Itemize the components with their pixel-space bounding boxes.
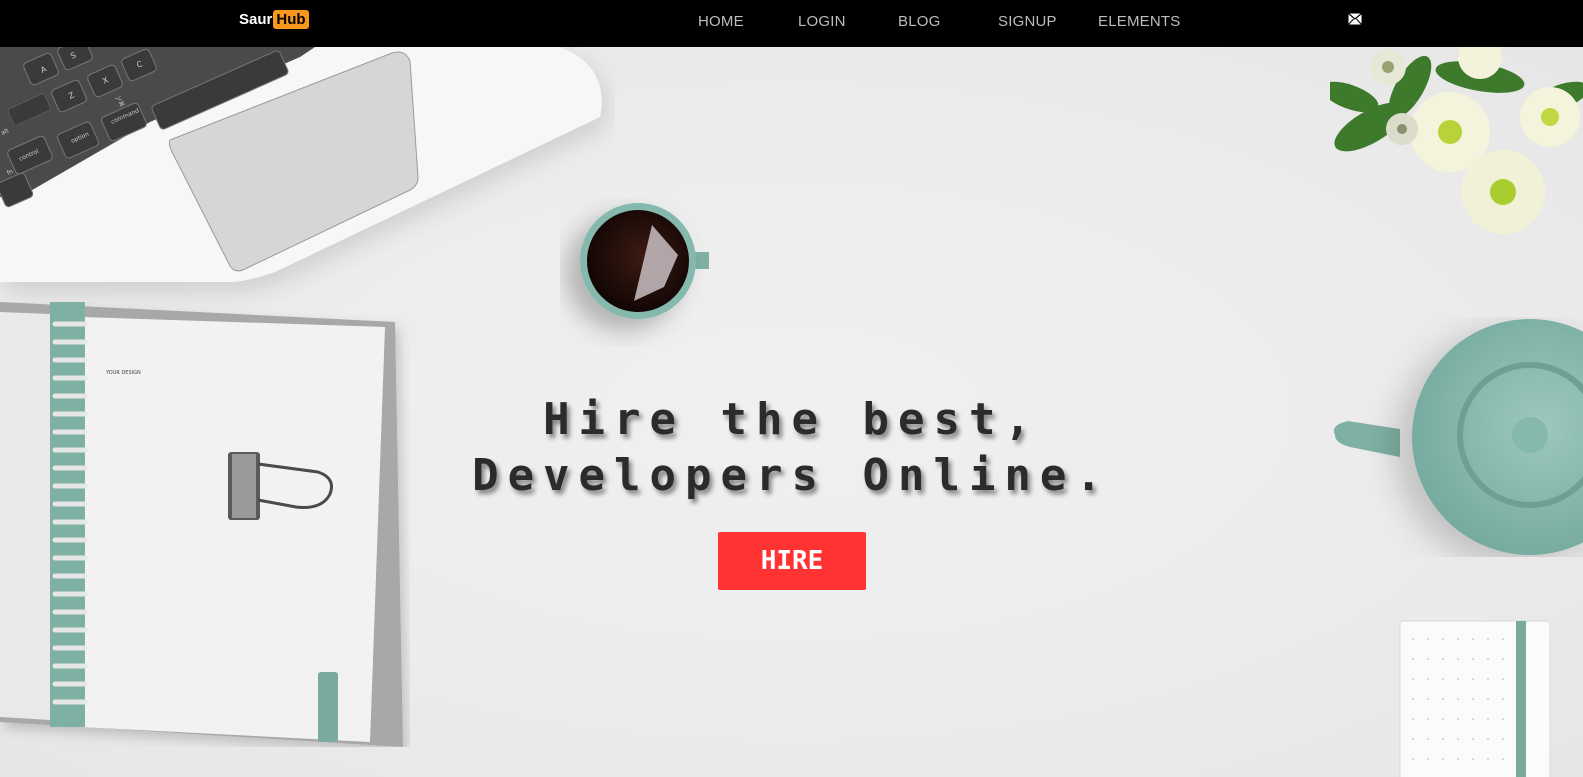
dotted-notebook-image [1399,620,1551,777]
top-navbar: Saur Hub HOME LOGIN BLOG SIGNUP ELEMENTS [0,0,1583,47]
nav-login-link[interactable]: LOGIN [798,13,846,30]
coffee-cup-image [580,203,709,319]
hero-headline-line2: Developers Online. [472,450,1111,501]
hero-section: A S Z X C ⌘ command option control alt f… [0,47,1583,777]
nav-home-link[interactable]: HOME [698,13,744,30]
hero-headline-line1: Hire the best, [543,394,1040,445]
nav-elements-link[interactable]: ELEMENTS [1098,13,1180,30]
nav-signup-link[interactable]: SIGNUP [998,13,1057,30]
hire-button[interactable]: HIRE [718,532,866,590]
eraser [318,672,338,742]
brand-logo[interactable]: Saur Hub [239,9,309,29]
notebook-image: YOUR DESIGN [0,302,403,747]
hero-headline: Hire the best, Developers Online. [0,392,1583,504]
nav-blog-link[interactable]: BLOG [898,13,940,30]
flower-blooms [1370,47,1580,234]
notebook-label: YOUR DESIGN [105,370,141,376]
brand-logo-part2: Hub [273,9,309,29]
mail-icon[interactable] [1348,13,1362,25]
brand-logo-part1: Saur [239,10,273,28]
flowers-image [1330,47,1583,234]
